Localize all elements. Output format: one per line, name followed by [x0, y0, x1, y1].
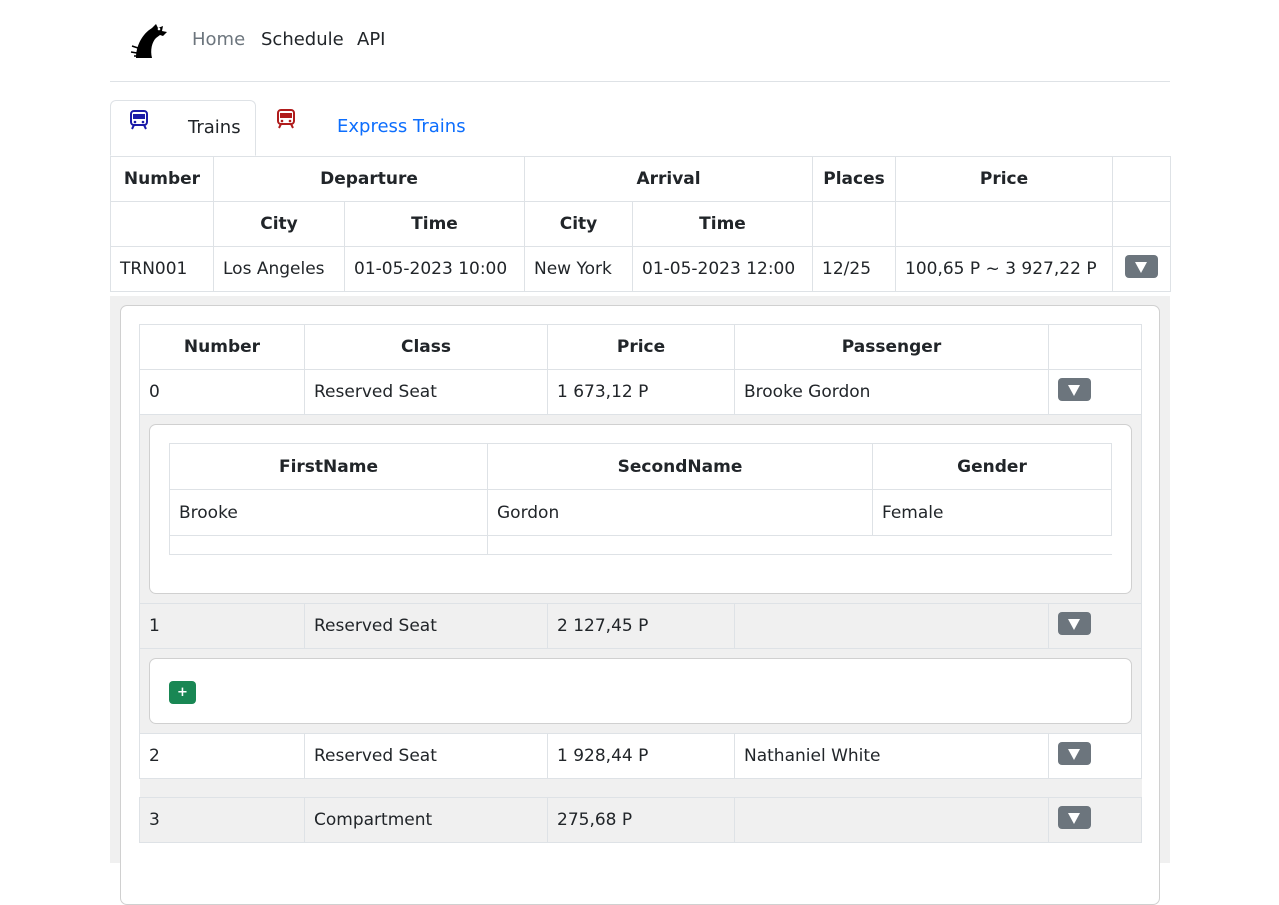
header-price: Price	[895, 156, 1114, 202]
table-row: 0 Reserved Seat 1 673,12 Р Brooke Gordon	[139, 369, 1142, 415]
train-number: TRN001	[110, 246, 214, 292]
ticket-number: 0	[139, 369, 305, 415]
page-container: Home Schedule API Trains Express Trains	[110, 0, 1172, 905]
table-row: TRN001 Los Angeles 01-05-2023 10:00 New …	[110, 246, 1172, 292]
train-icon	[277, 109, 295, 129]
ticket-header-actions	[1048, 324, 1142, 370]
header-blank	[895, 201, 1114, 247]
ticket-number: 1	[139, 603, 305, 649]
passenger-secondname: Gordon	[487, 489, 873, 536]
nav-schedule-link[interactable]: Schedule	[261, 29, 344, 50]
ticket-header-number: Number	[139, 324, 305, 370]
ticket-header-passenger: Passenger	[734, 324, 1049, 370]
tab-trains-label: Trains	[188, 117, 241, 138]
passenger-gender: Female	[872, 489, 1112, 536]
ticket-number: 2	[139, 733, 305, 779]
header-dep-time: Time	[344, 201, 525, 247]
table-row: 1 Reserved Seat 2 127,45 Р	[139, 603, 1142, 649]
header-arr-time: Time	[631, 201, 814, 247]
logo-icon[interactable]	[130, 20, 170, 60]
add-passenger-card: +	[149, 658, 1132, 724]
ticket-header-price: Price	[547, 324, 735, 370]
train-details-panel: Number Class Price Passenger 0 Reserved …	[110, 296, 1170, 905]
tab-express-trains-label: Express Trains	[337, 116, 466, 137]
ticket-class: Reserved Seat	[304, 369, 548, 415]
ticket-passenger	[734, 797, 1049, 843]
header-number: Number	[110, 156, 214, 202]
expand-toggle-button[interactable]	[1058, 612, 1091, 635]
nav-home-link[interactable]: Home	[192, 29, 245, 50]
passenger-header-firstname: FirstName	[169, 443, 488, 490]
header-blank	[110, 201, 214, 247]
expand-toggle-button[interactable]	[1058, 806, 1091, 829]
ticket-price: 2 127,45 Р	[547, 603, 735, 649]
header-blank	[812, 201, 897, 247]
ticket-passenger: Nathaniel White	[734, 733, 1049, 779]
train-icon	[130, 110, 148, 130]
table-row: 2 Reserved Seat 1 928,44 Р Nathaniel Whi…	[139, 733, 1142, 779]
passenger-header-secondname: SecondName	[487, 443, 873, 490]
header-blank	[1112, 201, 1172, 247]
ticket-price: 1 673,12 Р	[547, 369, 735, 415]
header-places: Places	[812, 156, 897, 202]
tab-express-trains[interactable]: Express Trains	[256, 100, 476, 155]
tab-trains[interactable]: Trains	[110, 100, 256, 156]
expand-toggle-button[interactable]	[1125, 255, 1159, 278]
ticket-passenger	[734, 603, 1049, 649]
add-passenger-button[interactable]: +	[169, 681, 196, 704]
price-range: 100,65 Р ~ 3 927,22 Р	[895, 246, 1114, 292]
ticket-price: 275,68 Р	[547, 797, 735, 843]
schedule-table: Number Departure Arrival Places Price Ci…	[110, 156, 1172, 292]
table-row: 3 Compartment 275,68 Р	[139, 797, 1142, 843]
nav-api-link[interactable]: API	[357, 29, 385, 50]
ticket-class: Compartment	[304, 797, 548, 843]
passenger-card: FirstName SecondName Gender Brooke Gordo…	[149, 424, 1132, 594]
passenger-header-gender: Gender	[872, 443, 1112, 490]
passenger-table: FirstName SecondName Gender Brooke Gordo…	[169, 443, 1112, 555]
places: 12/25	[812, 246, 897, 292]
ticket-number: 3	[139, 797, 305, 843]
header-actions	[1112, 156, 1172, 202]
navbar: Home Schedule API	[110, 0, 1170, 82]
table-row: Brooke Gordon Female	[169, 489, 1112, 536]
arrival-time: 01-05-2023 12:00	[631, 246, 814, 292]
ticket-class: Reserved Seat	[304, 733, 548, 779]
departure-city: Los Angeles	[213, 246, 345, 292]
ticket-header-class: Class	[304, 324, 548, 370]
arrival-city: New York	[524, 246, 633, 292]
ticket-class: Reserved Seat	[304, 603, 548, 649]
tickets-card: Number Class Price Passenger 0 Reserved …	[120, 305, 1160, 905]
ticket-passenger: Brooke Gordon	[734, 369, 1049, 415]
train-tabs: Trains Express Trains	[110, 100, 1170, 157]
departure-time: 01-05-2023 10:00	[344, 246, 525, 292]
header-arr-city: City	[524, 201, 633, 247]
header-arrival: Arrival	[523, 156, 814, 202]
tickets-table: Number Class Price Passenger 0 Reserved …	[139, 324, 1142, 843]
expand-toggle-button[interactable]	[1058, 378, 1091, 401]
header-departure: Departure	[213, 156, 525, 202]
passenger-firstname: Brooke	[169, 489, 488, 536]
ticket-price: 1 928,44 Р	[547, 733, 735, 779]
header-dep-city: City	[213, 201, 345, 247]
expand-toggle-button[interactable]	[1058, 742, 1091, 765]
